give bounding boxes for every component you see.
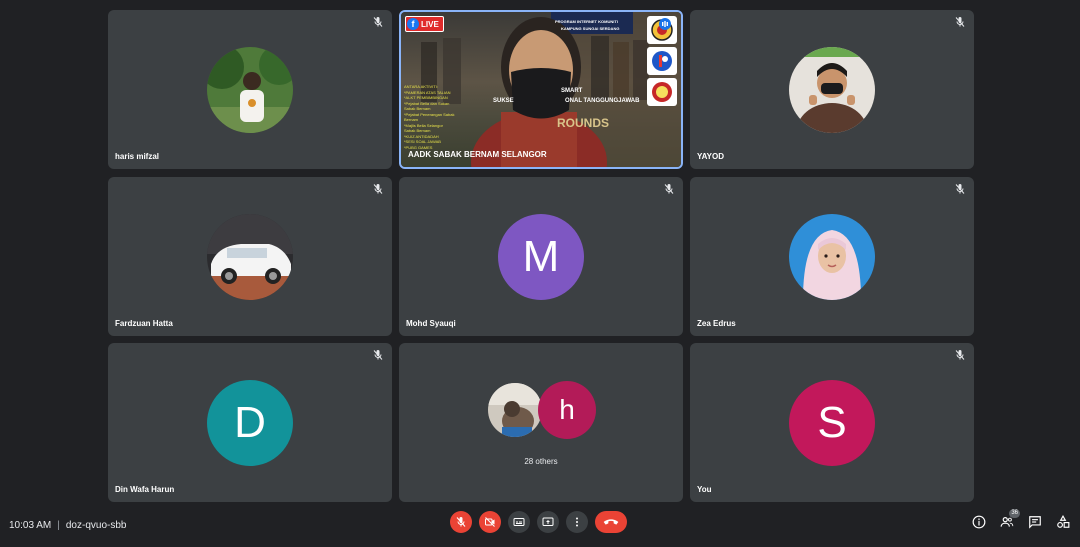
overlay-banner-top: PROGRAM INTERNET KOMUNITI [555, 19, 618, 24]
camera-off-icon [485, 517, 495, 527]
participant-tile-fardzuan-hatta[interactable]: Fardzuan Hatta [108, 177, 392, 336]
toggle-camera-button[interactable] [479, 511, 501, 533]
captions-button[interactable] [508, 511, 530, 533]
participant-name: Zea Edrus [697, 319, 736, 328]
separator: | [57, 520, 60, 531]
participant-tile-haris-mifzal[interactable]: haris mifzal [108, 10, 392, 169]
letter-avatar: h [538, 381, 596, 439]
others-avatar-group: h [486, 381, 596, 439]
captions-icon [513, 518, 525, 526]
participant-tile-zea-edrus[interactable]: Zea Edrus [690, 177, 974, 336]
letter-avatar: M [498, 213, 584, 300]
participant-name: Mohd Syauqi [406, 319, 456, 328]
overlay-text-right: SMART [561, 88, 583, 94]
participant-name: haris mifzal [115, 152, 160, 161]
participant-avatar [789, 46, 875, 133]
participant-name: Fardzuan Hatta [115, 319, 173, 328]
clock-time: 10:03 AM [9, 520, 52, 531]
toggle-mic-button[interactable] [450, 511, 472, 533]
mic-off-icon [456, 517, 466, 527]
letter-avatar: D [207, 379, 293, 466]
mic-off-icon [373, 350, 383, 360]
participant-tile-yayod[interactable]: YAYOD [690, 10, 974, 169]
side-panel-buttons: 36 [972, 509, 1070, 529]
meeting-code: doz-qvuo-sbb [65, 520, 127, 531]
people-count-badge: 36 [1009, 509, 1020, 518]
participant-tile-din-wafa-harun[interactable]: D Din Wafa Harun [108, 343, 392, 502]
people-button[interactable]: 36 [1000, 509, 1020, 529]
info-icon [972, 515, 986, 529]
logo-aadk [647, 78, 677, 106]
participant-name: Din Wafa Harun [115, 485, 175, 494]
participant-tile-mohd-syauqi[interactable]: M Mohd Syauqi [399, 177, 683, 336]
chat-icon [1029, 516, 1041, 529]
present-icon [542, 517, 554, 526]
live-badge: f LIVE [405, 16, 444, 32]
leave-call-button[interactable] [595, 511, 627, 533]
others-count-label: 28 others [524, 457, 558, 466]
overlay-text-left: SUKSE [493, 98, 514, 104]
participant-tile-aadk-sabak-bernam[interactable]: f LIVE PROGRAM INTERNET KOMUNITI KAMPUNG… [399, 10, 683, 169]
more-options-button[interactable] [566, 511, 588, 533]
meeting-toolbar: 10:03 AM | doz-qvuo-sbb 36 [0, 507, 1080, 547]
overlay-activity-list: ANTARA AKTIVITI: *PAMERAN ATAS TALIAN *A… [404, 84, 455, 150]
mic-off-icon [373, 17, 383, 27]
speaking-indicator-icon [659, 18, 671, 30]
overlay-text-right2: ONAL TANGGUNGJAWAB [565, 98, 640, 104]
chat-button[interactable] [1028, 515, 1042, 529]
call-controls [450, 511, 627, 533]
activities-icon [1057, 514, 1070, 528]
present-screen-button[interactable] [537, 511, 559, 533]
participant-avatar [789, 213, 875, 300]
participant-name: YAYOD [697, 152, 724, 161]
logo-ip [647, 47, 677, 75]
participant-tile-others[interactable]: h 28 others [399, 343, 683, 502]
overlay-game-text: ROUNDS [557, 116, 610, 130]
mic-off-icon [664, 184, 674, 194]
activities-button[interactable] [1056, 514, 1070, 529]
more-vert-icon [576, 517, 578, 527]
letter-avatar: S [789, 379, 875, 466]
participant-avatar [207, 213, 293, 300]
meeting-info: 10:03 AM | doz-qvuo-sbb [9, 520, 126, 531]
mic-off-icon [955, 184, 965, 194]
facebook-icon: f [407, 18, 419, 30]
mic-off-icon [373, 184, 383, 194]
mic-off-icon [955, 350, 965, 360]
meeting-details-button[interactable] [972, 515, 986, 529]
participant-tile-you[interactable]: S You [690, 343, 974, 502]
participant-video: f LIVE PROGRAM INTERNET KOMUNITI KAMPUNG… [401, 12, 681, 167]
participant-avatar [207, 46, 293, 133]
participant-name: You [697, 485, 712, 494]
mic-off-icon [955, 17, 965, 27]
hangup-icon [603, 519, 619, 525]
participant-name: AADK SABAK BERNAM SELANGOR [408, 150, 547, 159]
overlay-banner-sub: KAMPUNG SUNGAI SERDANG [561, 26, 620, 31]
participant-avatar [486, 381, 544, 439]
